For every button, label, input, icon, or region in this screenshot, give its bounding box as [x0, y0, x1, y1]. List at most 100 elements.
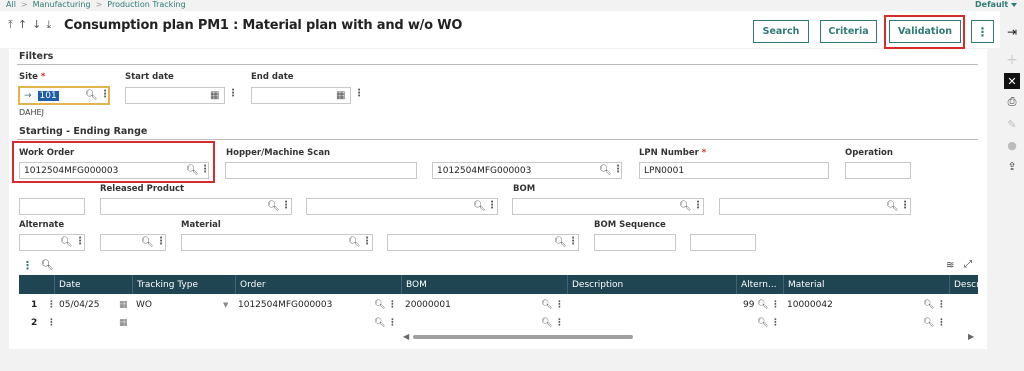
column-header-order[interactable]: Order [235, 275, 401, 294]
operation-from-field[interactable] [845, 162, 911, 179]
more-icon[interactable]: ⋮ [362, 236, 372, 247]
grid-menu-icon[interactable]: ⋮ [22, 259, 33, 272]
bom-sequence-to-field[interactable] [690, 234, 756, 251]
scroll-right-icon[interactable]: ▶ [968, 332, 974, 341]
site-field[interactable]: → 101 🔍︎ ⋮ [18, 86, 110, 105]
search-icon[interactable]: 🔍︎ [886, 201, 899, 212]
more-icon[interactable]: ⋮ [156, 236, 165, 247]
first-record-icon[interactable]: ⤒ [8, 18, 13, 32]
start-date-field[interactable]: ▦ [125, 87, 225, 104]
table-row[interactable]: 1 ⋮ 05/04/25 ▦ WO ▼ 1012504MFG000003 🔍︎ … [19, 296, 978, 313]
previous-record-icon[interactable]: ↑ [18, 18, 27, 32]
more-icon[interactable]: ⋮ [771, 296, 780, 313]
column-header-bom[interactable]: BOM [401, 275, 567, 294]
row-menu-icon[interactable]: ⋮ [47, 314, 56, 331]
more-icon[interactable]: ⋮ [693, 200, 703, 211]
material-cell[interactable]: 10000042 [787, 296, 833, 313]
date-cell[interactable]: 05/04/25 [59, 296, 99, 313]
released-product-to-field[interactable]: 🔍︎ ⋮ [306, 198, 498, 215]
material-to-field[interactable]: 🔍︎ ⋮ [387, 234, 579, 251]
released-product-from-field[interactable]: 🔍︎ ⋮ [100, 198, 292, 215]
comment-icon[interactable]: ● [1004, 137, 1020, 153]
search-icon[interactable]: 🔍︎ [757, 314, 768, 331]
column-header-date[interactable]: Date [54, 275, 132, 294]
search-icon[interactable]: 🔍︎ [267, 201, 280, 212]
search-icon[interactable]: 🔍︎ [679, 201, 692, 212]
bom-from-field[interactable]: 🔍︎ ⋮ [512, 198, 704, 215]
search-icon[interactable]: 🔍︎ [60, 237, 73, 248]
column-header-alternate[interactable]: Altern... [736, 275, 783, 294]
column-header-description-2[interactable]: Descr [949, 275, 978, 294]
search-icon[interactable]: 🔍︎ [141, 237, 154, 248]
exit-icon[interactable]: ⇥ [1004, 24, 1020, 40]
share-icon[interactable]: ⇪ [1004, 158, 1020, 174]
table-row[interactable]: 2 ⋮ ▦ 🔍︎ ⋮ 🔍︎ ⋮ 🔍︎ ⋮ 🔍︎ ⋮ [19, 314, 978, 331]
work-order-to-field[interactable]: 1012504MFG000003 🔍︎ ⋮ [432, 162, 622, 179]
end-date-field[interactable]: ▦ [251, 87, 351, 104]
print-icon[interactable]: ⎙ [1004, 94, 1020, 110]
more-icon[interactable]: ⋮ [555, 314, 564, 331]
column-header-description[interactable]: Description [567, 275, 736, 294]
calendar-icon[interactable]: ▦ [119, 314, 128, 331]
calendar-icon[interactable]: ▦ [210, 90, 219, 101]
search-button[interactable]: Search [753, 20, 809, 43]
order-cell[interactable]: 1012504MFG000003 [238, 296, 332, 313]
tracking-type-cell[interactable]: WO [136, 296, 152, 313]
more-icon[interactable]: ⋮ [228, 88, 238, 99]
search-icon[interactable]: 🔍︎ [348, 237, 361, 248]
more-icon[interactable]: ⋮ [388, 296, 397, 313]
search-icon[interactable]: 🔍︎ [554, 237, 567, 248]
search-icon[interactable]: 🔍︎ [473, 201, 486, 212]
search-icon[interactable]: 🔍︎ [757, 296, 768, 313]
search-icon[interactable]: 🔍︎ [85, 90, 98, 101]
dropdown-arrow-icon[interactable]: ▼ [223, 296, 228, 313]
scroll-left-icon[interactable]: ◀ [403, 332, 409, 341]
expand-icon[interactable]: ⤢ [964, 259, 972, 270]
more-icon[interactable]: ⋮ [75, 236, 84, 247]
search-icon[interactable]: 🔍︎ [374, 314, 385, 331]
bom-sequence-from-field[interactable] [594, 234, 676, 251]
search-icon[interactable]: 🔍︎ [541, 314, 552, 331]
alternate-from-field[interactable]: 🔍︎ ⋮ [19, 234, 85, 251]
search-icon[interactable]: 🔍︎ [374, 296, 385, 313]
more-icon[interactable]: ⋮ [937, 314, 946, 331]
calendar-icon[interactable]: ▦ [336, 90, 345, 101]
column-header-tracking-type[interactable]: Tracking Type [132, 275, 235, 294]
search-icon[interactable]: 🔍︎ [599, 165, 612, 176]
grid-search-icon[interactable]: 🔍︎ [41, 260, 54, 271]
more-icon[interactable]: ⋮ [613, 164, 621, 175]
layers-icon[interactable]: ≋ [946, 260, 954, 271]
more-icon[interactable]: ⋮ [568, 236, 578, 247]
default-selector[interactable]: Default [975, 0, 1018, 9]
close-icon[interactable]: ✕ [1004, 73, 1020, 89]
more-icon[interactable]: ⋮ [100, 89, 108, 100]
alternate-to-field[interactable]: 🔍︎ ⋮ [100, 234, 166, 251]
more-icon[interactable]: ⋮ [281, 200, 291, 211]
last-record-icon[interactable]: ⤓ [46, 18, 51, 32]
more-icon[interactable]: ⋮ [937, 296, 946, 313]
column-header-material[interactable]: Material [783, 275, 949, 294]
more-icon[interactable]: ⋮ [354, 88, 364, 99]
calendar-icon[interactable]: ▦ [119, 296, 128, 313]
next-record-icon[interactable]: ↓ [32, 18, 41, 32]
add-icon[interactable]: + [1004, 52, 1020, 68]
criteria-button[interactable]: Criteria [820, 20, 877, 43]
more-icon[interactable]: ⋮ [388, 314, 397, 331]
search-icon[interactable]: 🔍︎ [923, 296, 934, 313]
more-icon[interactable]: ⋮ [900, 200, 910, 211]
more-icon[interactable]: ⋮ [487, 200, 497, 211]
material-from-field[interactable]: 🔍︎ ⋮ [181, 234, 373, 251]
hopper-field[interactable] [225, 162, 417, 179]
row-menu-icon[interactable]: ⋮ [47, 296, 56, 313]
alternate-cell[interactable]: 99 [743, 296, 754, 313]
bom-cell[interactable]: 20000001 [405, 296, 451, 313]
more-icon[interactable]: ⋮ [771, 314, 780, 331]
search-icon[interactable]: 🔍︎ [923, 314, 934, 331]
bom-to-field[interactable]: 🔍︎ ⋮ [719, 198, 911, 215]
more-actions-button[interactable]: ⋮ [971, 20, 994, 43]
lpn-field[interactable]: LPN0001 [639, 162, 829, 179]
search-icon[interactable]: 🔍︎ [541, 296, 552, 313]
horizontal-scrollbar[interactable] [413, 335, 633, 339]
operation-to-field[interactable] [19, 198, 85, 215]
more-icon[interactable]: ⋮ [555, 296, 564, 313]
